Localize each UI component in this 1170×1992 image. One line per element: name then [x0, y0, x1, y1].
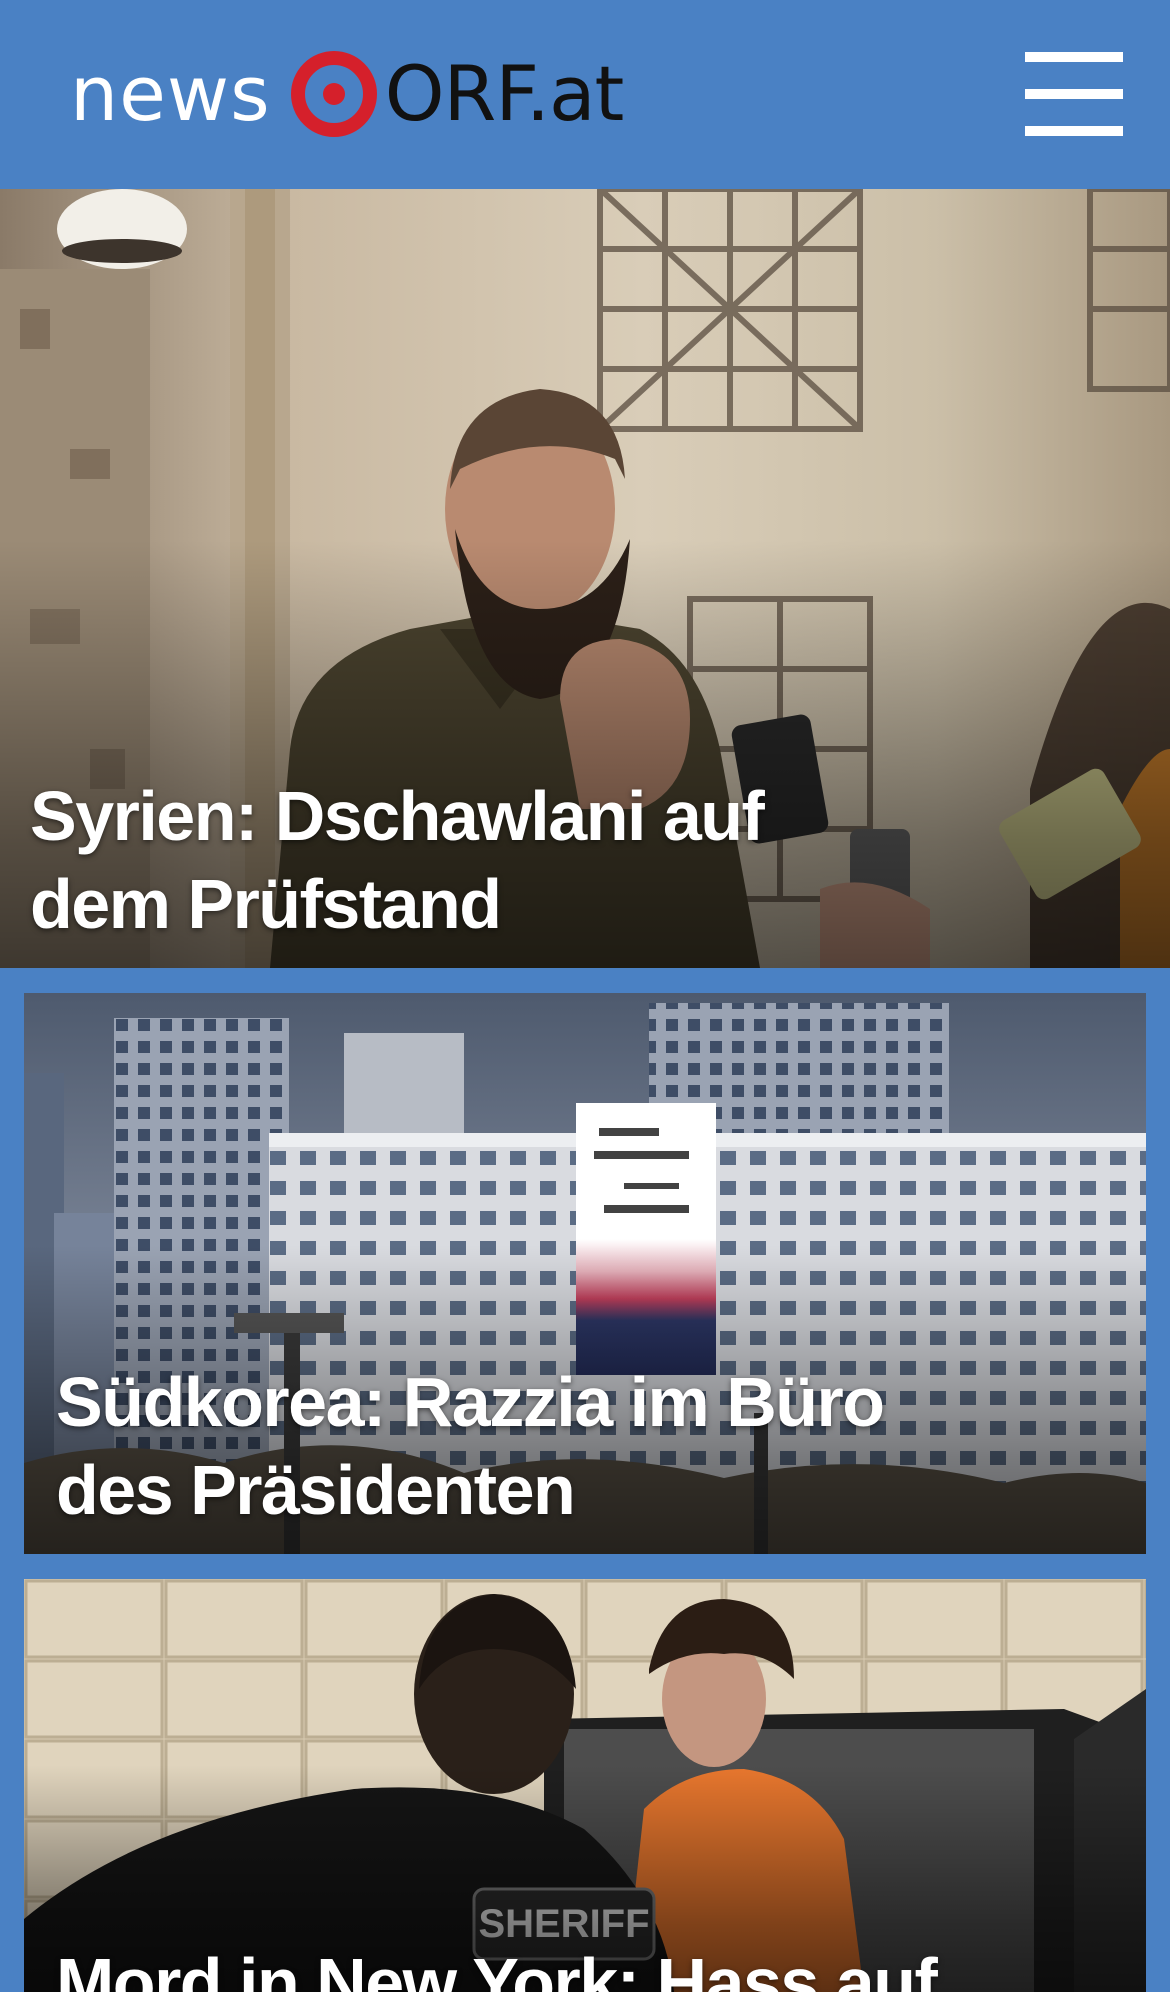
menu-bar-top	[1025, 52, 1123, 62]
orf-news-logo[interactable]: news ORF.at	[70, 48, 625, 140]
story-title[interactable]: Südkorea: Razzia im Büro des Präsidenten	[56, 1358, 966, 1534]
story-card-new-york[interactable]: SHERIFF Mord in New York: Hass auf	[24, 1579, 1146, 1992]
orf-eye-icon	[290, 51, 377, 137]
story-title[interactable]: Syrien: Dschawlani auf dem Prüfstand	[30, 772, 890, 948]
story-title[interactable]: Mord in New York: Hass auf	[56, 1939, 1066, 1992]
hamburger-menu-icon[interactable]	[1025, 52, 1123, 136]
story-card-south-korea[interactable]: Südkorea: Razzia im Büro des Präsidenten	[24, 993, 1146, 1554]
menu-bar-middle	[1025, 89, 1123, 99]
logo-news-text: news	[70, 49, 271, 138]
site-header: news ORF.at	[0, 0, 1170, 189]
story-card-syria[interactable]: Syrien: Dschawlani auf dem Prüfstand	[0, 189, 1170, 968]
logo-orf-text: ORF.at	[384, 49, 625, 138]
menu-bar-bottom	[1025, 126, 1123, 136]
